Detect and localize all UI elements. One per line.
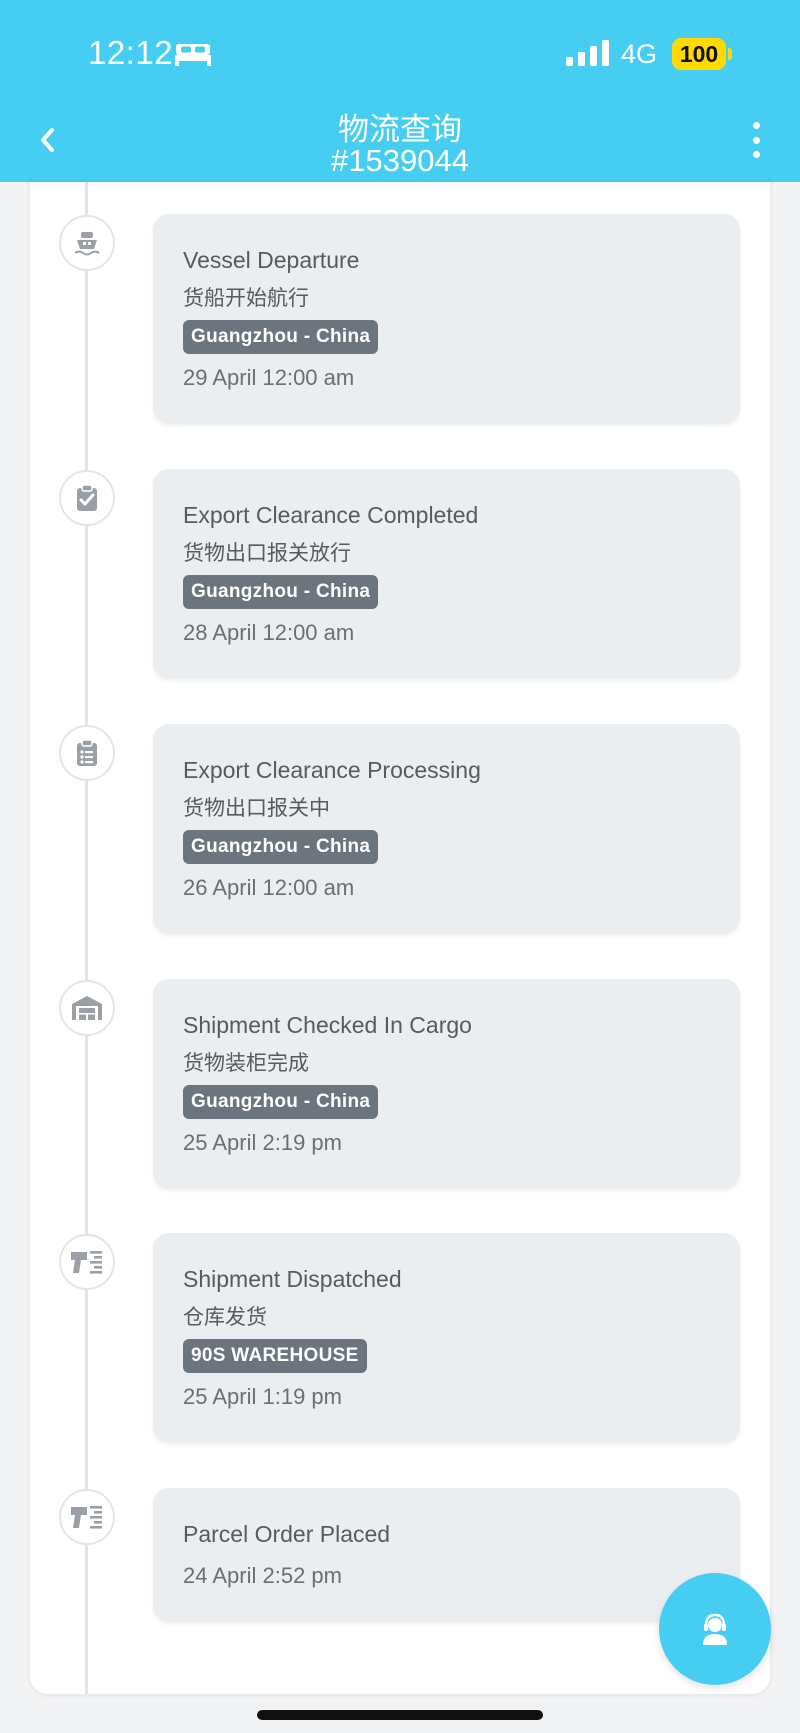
event-title: Parcel Order Placed xyxy=(183,1521,391,1547)
battery-indicator: 100 xyxy=(672,38,726,70)
event-title: Export Clearance Completed xyxy=(183,502,479,528)
event-datetime: 24 April 2:52 pm xyxy=(183,1563,342,1588)
tracking-event-card: Export Clearance Completed 货物出口报关放行 Guan… xyxy=(153,469,740,679)
event-subtitle: 货船开始航行 xyxy=(183,286,309,310)
location-badge: Guangzhou - China xyxy=(183,830,379,864)
location-badge: Guangzhou - China xyxy=(183,575,379,609)
cellular-signal-icon xyxy=(566,40,609,66)
event-datetime: 25 April 2:19 pm xyxy=(183,1130,342,1155)
timeline-node xyxy=(59,1234,115,1290)
event-title: Export Clearance Processing xyxy=(183,757,481,783)
event-datetime: 29 April 12:00 am xyxy=(183,365,355,390)
ship-icon xyxy=(74,232,100,256)
timeline-node xyxy=(59,980,115,1036)
event-subtitle: 仓库发货 xyxy=(183,1305,267,1329)
location-badge: Guangzhou - China xyxy=(183,320,379,354)
tracking-event-card: Vessel Departure 货船开始航行 Guangzhou - Chin… xyxy=(153,214,740,424)
location-badge: 90S WAREHOUSE xyxy=(183,1339,367,1373)
timeline-line xyxy=(85,182,88,1694)
network-type: 4G xyxy=(621,39,658,69)
dot xyxy=(752,136,760,144)
tracking-event-card: Shipment Dispatched 仓库发货 90S WAREHOUSE 2… xyxy=(153,1233,740,1443)
clipboard-check-icon xyxy=(77,484,97,511)
home-indicator[interactable] xyxy=(257,1710,543,1720)
barcode-scanner-icon xyxy=(71,1251,102,1274)
dot xyxy=(752,151,760,158)
timeline-node xyxy=(59,470,115,526)
support-agent-icon xyxy=(703,1613,727,1645)
event-datetime: 28 April 12:00 am xyxy=(183,620,355,645)
timeline-node xyxy=(59,725,115,781)
timeline-node xyxy=(59,1489,115,1545)
battery-tip xyxy=(728,48,732,60)
location-badge: Guangzhou - China xyxy=(183,1085,379,1119)
event-subtitle: 货物出口报关放行 xyxy=(183,541,351,565)
bed-icon xyxy=(175,44,211,66)
event-subtitle: 货物出口报关中 xyxy=(183,796,330,820)
more-options-button[interactable] xyxy=(744,122,768,158)
event-title: Vessel Departure xyxy=(183,247,360,273)
status-time: 12:12 xyxy=(88,34,174,71)
dot xyxy=(752,122,760,129)
event-title: Shipment Checked In Cargo xyxy=(183,1012,472,1038)
customer-support-button[interactable] xyxy=(659,1573,771,1685)
tracking-event-card: Export Clearance Processing 货物出口报关中 Guan… xyxy=(153,724,740,934)
event-datetime: 26 April 12:00 am xyxy=(183,875,355,900)
warehouse-icon xyxy=(72,996,102,1020)
event-subtitle: 货物装柜完成 xyxy=(183,1051,309,1075)
clipboard-list-icon xyxy=(77,739,97,766)
timeline-node xyxy=(59,215,115,271)
event-title: Shipment Dispatched xyxy=(183,1266,402,1292)
tracking-event-card: Parcel Order Placed 24 April 2:52 pm xyxy=(153,1488,740,1622)
tracking-event-card: Shipment Checked In Cargo 货物装柜完成 Guangzh… xyxy=(153,979,740,1189)
app-header: 12:12 4G 100 物流查询 #1539044 xyxy=(0,0,800,182)
event-datetime: 25 April 1:19 pm xyxy=(183,1384,342,1409)
barcode-scanner-icon xyxy=(71,1506,102,1529)
order-number: #1539044 xyxy=(331,143,469,178)
